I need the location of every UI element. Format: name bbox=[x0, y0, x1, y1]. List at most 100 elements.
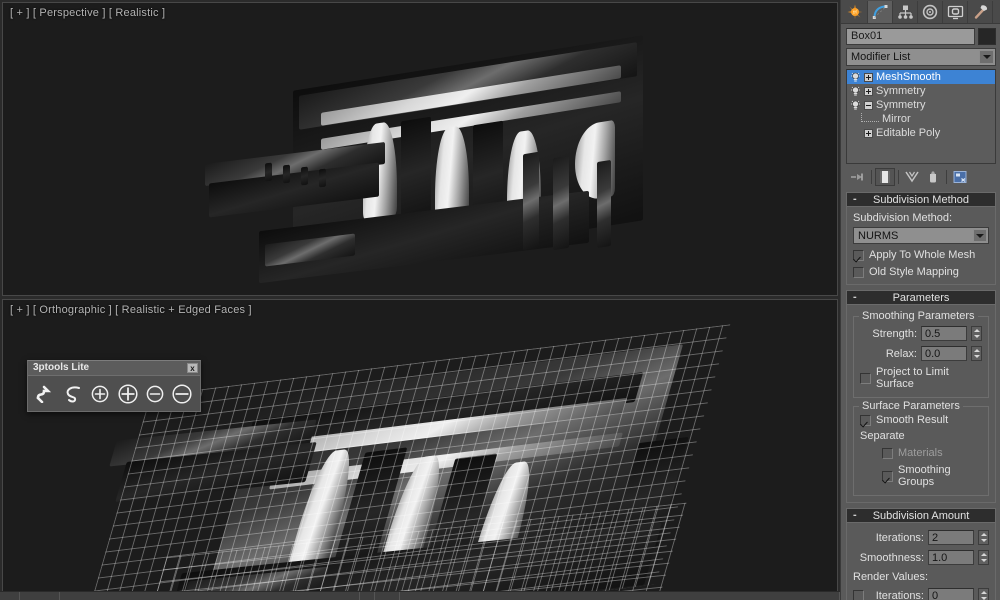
rollout-title: Parameters bbox=[892, 291, 950, 304]
expander-icon[interactable] bbox=[864, 86, 873, 96]
add-segment-icon[interactable] bbox=[115, 381, 140, 407]
checkbox-icon[interactable] bbox=[853, 590, 864, 600]
expander-icon[interactable] bbox=[864, 72, 873, 82]
rollout-parameters: - Parameters Smoothing Parameters Streng… bbox=[846, 290, 996, 503]
tree-line bbox=[861, 112, 879, 122]
modifier-stack[interactable]: MeshSmooth Symmetry Symmetry Mirror Edit… bbox=[846, 69, 996, 164]
command-panel: Box01 Modifier List MeshSmooth Symmetry … bbox=[840, 0, 1000, 600]
relax-spinner[interactable] bbox=[971, 346, 982, 361]
spline-loop-icon[interactable] bbox=[60, 381, 85, 407]
modifier-label: Editable Poly bbox=[876, 127, 941, 139]
remove-loop-icon[interactable] bbox=[142, 381, 167, 407]
checkbox-icon[interactable] bbox=[860, 414, 871, 426]
tab-modify[interactable] bbox=[868, 1, 893, 23]
modifier-row-symmetry-2[interactable]: Symmetry bbox=[847, 98, 995, 112]
rollout-title: Subdivision Amount bbox=[872, 509, 970, 522]
checkbox-label: Smooth Result bbox=[876, 414, 949, 426]
smoothness-spinner[interactable] bbox=[978, 550, 989, 565]
checkbox-smooth-result[interactable]: Smooth Result bbox=[860, 414, 982, 426]
modifier-list-dropdown[interactable]: Modifier List bbox=[846, 48, 996, 66]
checkbox-project-to-limit-surface[interactable]: Project to Limit Surface bbox=[860, 366, 982, 390]
modifier-list-row: Modifier List bbox=[841, 47, 1000, 69]
expander-icon[interactable] bbox=[864, 100, 873, 110]
3ptools-title-bar[interactable]: 3ptools Lite x bbox=[28, 361, 200, 376]
lightbulb-icon[interactable] bbox=[850, 86, 861, 97]
modifier-row-editable-poly[interactable]: Editable Poly bbox=[847, 126, 995, 140]
checkbox-old-style-mapping[interactable]: Old Style Mapping bbox=[853, 266, 989, 278]
make-unique-icon[interactable] bbox=[902, 168, 922, 186]
flow-connect-icon[interactable] bbox=[33, 381, 58, 407]
checkbox-icon[interactable] bbox=[853, 249, 864, 261]
field-label: Iterations: bbox=[875, 531, 924, 544]
checkbox-icon[interactable] bbox=[882, 447, 893, 459]
field-render-iterations: Iterations: bbox=[853, 588, 989, 600]
modifier-label: Symmetry bbox=[876, 99, 926, 111]
close-icon[interactable]: x bbox=[187, 363, 198, 373]
field-iterations: Iterations: bbox=[853, 530, 989, 545]
rollout-header-subdivision-amount[interactable]: - Subdivision Amount bbox=[846, 508, 996, 523]
viewport-perspective[interactable]: [ + ] [ Perspective ] [ Realistic ] bbox=[2, 2, 838, 296]
chevron-down-icon[interactable] bbox=[979, 50, 994, 64]
checkbox-separate-materials[interactable]: Materials bbox=[882, 447, 982, 459]
checkbox-icon[interactable] bbox=[853, 266, 864, 278]
configure-sets-icon[interactable] bbox=[950, 168, 970, 186]
rollout-collapse-sign: - bbox=[853, 509, 857, 521]
modifier-row-meshsmooth[interactable]: MeshSmooth bbox=[847, 70, 995, 84]
render-iterations-input[interactable] bbox=[928, 588, 974, 600]
tab-utilities[interactable] bbox=[968, 1, 993, 23]
object-name-field[interactable]: Box01 bbox=[846, 28, 975, 45]
rollout-collapse-sign: - bbox=[853, 193, 857, 205]
tab-display[interactable] bbox=[943, 1, 968, 23]
field-label: Smoothness: bbox=[859, 551, 924, 564]
modifier-label: Mirror bbox=[882, 113, 911, 125]
iterations-spinner[interactable] bbox=[978, 530, 989, 545]
viewport-orthographic[interactable]: [ + ] [ Orthographic ] [ Realistic + Edg… bbox=[2, 299, 838, 598]
rollout-body-subdivision-method: Subdivision Method: NURMS Apply To Whole… bbox=[846, 207, 996, 285]
field-label: Strength: bbox=[872, 327, 917, 340]
rollout-body-parameters: Smoothing Parameters Strength: Relax: Pr… bbox=[846, 305, 996, 503]
3ptools-lite-panel[interactable]: 3ptools Lite x bbox=[27, 360, 201, 412]
modifier-row-symmetry-1[interactable]: Symmetry bbox=[847, 84, 995, 98]
remove-modifier-icon[interactable] bbox=[923, 168, 943, 186]
relax-input[interactable] bbox=[921, 346, 967, 361]
lightbulb-icon[interactable] bbox=[850, 100, 861, 111]
checkbox-icon[interactable] bbox=[882, 470, 893, 482]
field-smoothness: Smoothness: bbox=[853, 550, 989, 565]
modifier-row-mirror[interactable]: Mirror bbox=[847, 112, 995, 126]
pin-stack-icon[interactable] bbox=[848, 168, 868, 186]
modifier-list-label: Modifier List bbox=[851, 51, 911, 63]
tab-create[interactable] bbox=[843, 1, 868, 23]
model-orthographic bbox=[3, 300, 837, 598]
checkbox-icon[interactable] bbox=[860, 372, 871, 384]
tab-motion[interactable] bbox=[918, 1, 943, 23]
group-title: Smoothing Parameters bbox=[859, 310, 978, 322]
rollout-subdivision-amount: - Subdivision Amount Iterations: Smoothn… bbox=[846, 508, 996, 600]
show-end-result-icon[interactable] bbox=[875, 168, 895, 186]
application-window: [ + ] [ Perspective ] [ Realistic ] [+ … bbox=[0, 0, 1000, 600]
3ptools-title: 3ptools Lite bbox=[33, 362, 90, 373]
expander-icon[interactable] bbox=[864, 128, 873, 138]
rollout-header-parameters[interactable]: - Parameters bbox=[846, 290, 996, 305]
strength-spinner[interactable] bbox=[971, 326, 982, 341]
checkbox-separate-smoothing-groups[interactable]: Smoothing Groups bbox=[882, 464, 982, 488]
rollout-collapse-sign: - bbox=[853, 291, 857, 303]
checkbox-label: Smoothing Groups bbox=[898, 464, 951, 488]
smoothness-input[interactable] bbox=[928, 550, 974, 565]
checkbox-apply-to-whole-mesh[interactable]: Apply To Whole Mesh bbox=[853, 249, 989, 261]
modifier-label: MeshSmooth bbox=[876, 71, 941, 83]
add-loop-icon[interactable] bbox=[88, 381, 113, 407]
remove-segment-icon[interactable] bbox=[170, 381, 195, 407]
object-color-swatch[interactable] bbox=[978, 28, 996, 45]
chevron-down-icon[interactable] bbox=[973, 229, 987, 242]
group-smoothing-parameters: Smoothing Parameters Strength: Relax: Pr… bbox=[853, 310, 989, 398]
strength-input[interactable] bbox=[921, 326, 967, 341]
render-iterations-spinner[interactable] bbox=[978, 588, 989, 600]
tab-hierarchy[interactable] bbox=[893, 1, 918, 23]
lightbulb-icon[interactable] bbox=[850, 72, 861, 83]
rollout-header-subdivision-method[interactable]: - Subdivision Method bbox=[846, 192, 996, 207]
command-panel-tabs bbox=[841, 0, 1000, 24]
subdivision-method-dropdown[interactable]: NURMS bbox=[853, 227, 989, 244]
iterations-input[interactable] bbox=[928, 530, 974, 545]
checkbox-label: Apply To Whole Mesh bbox=[869, 249, 976, 261]
subdivision-method-value: NURMS bbox=[858, 229, 899, 242]
